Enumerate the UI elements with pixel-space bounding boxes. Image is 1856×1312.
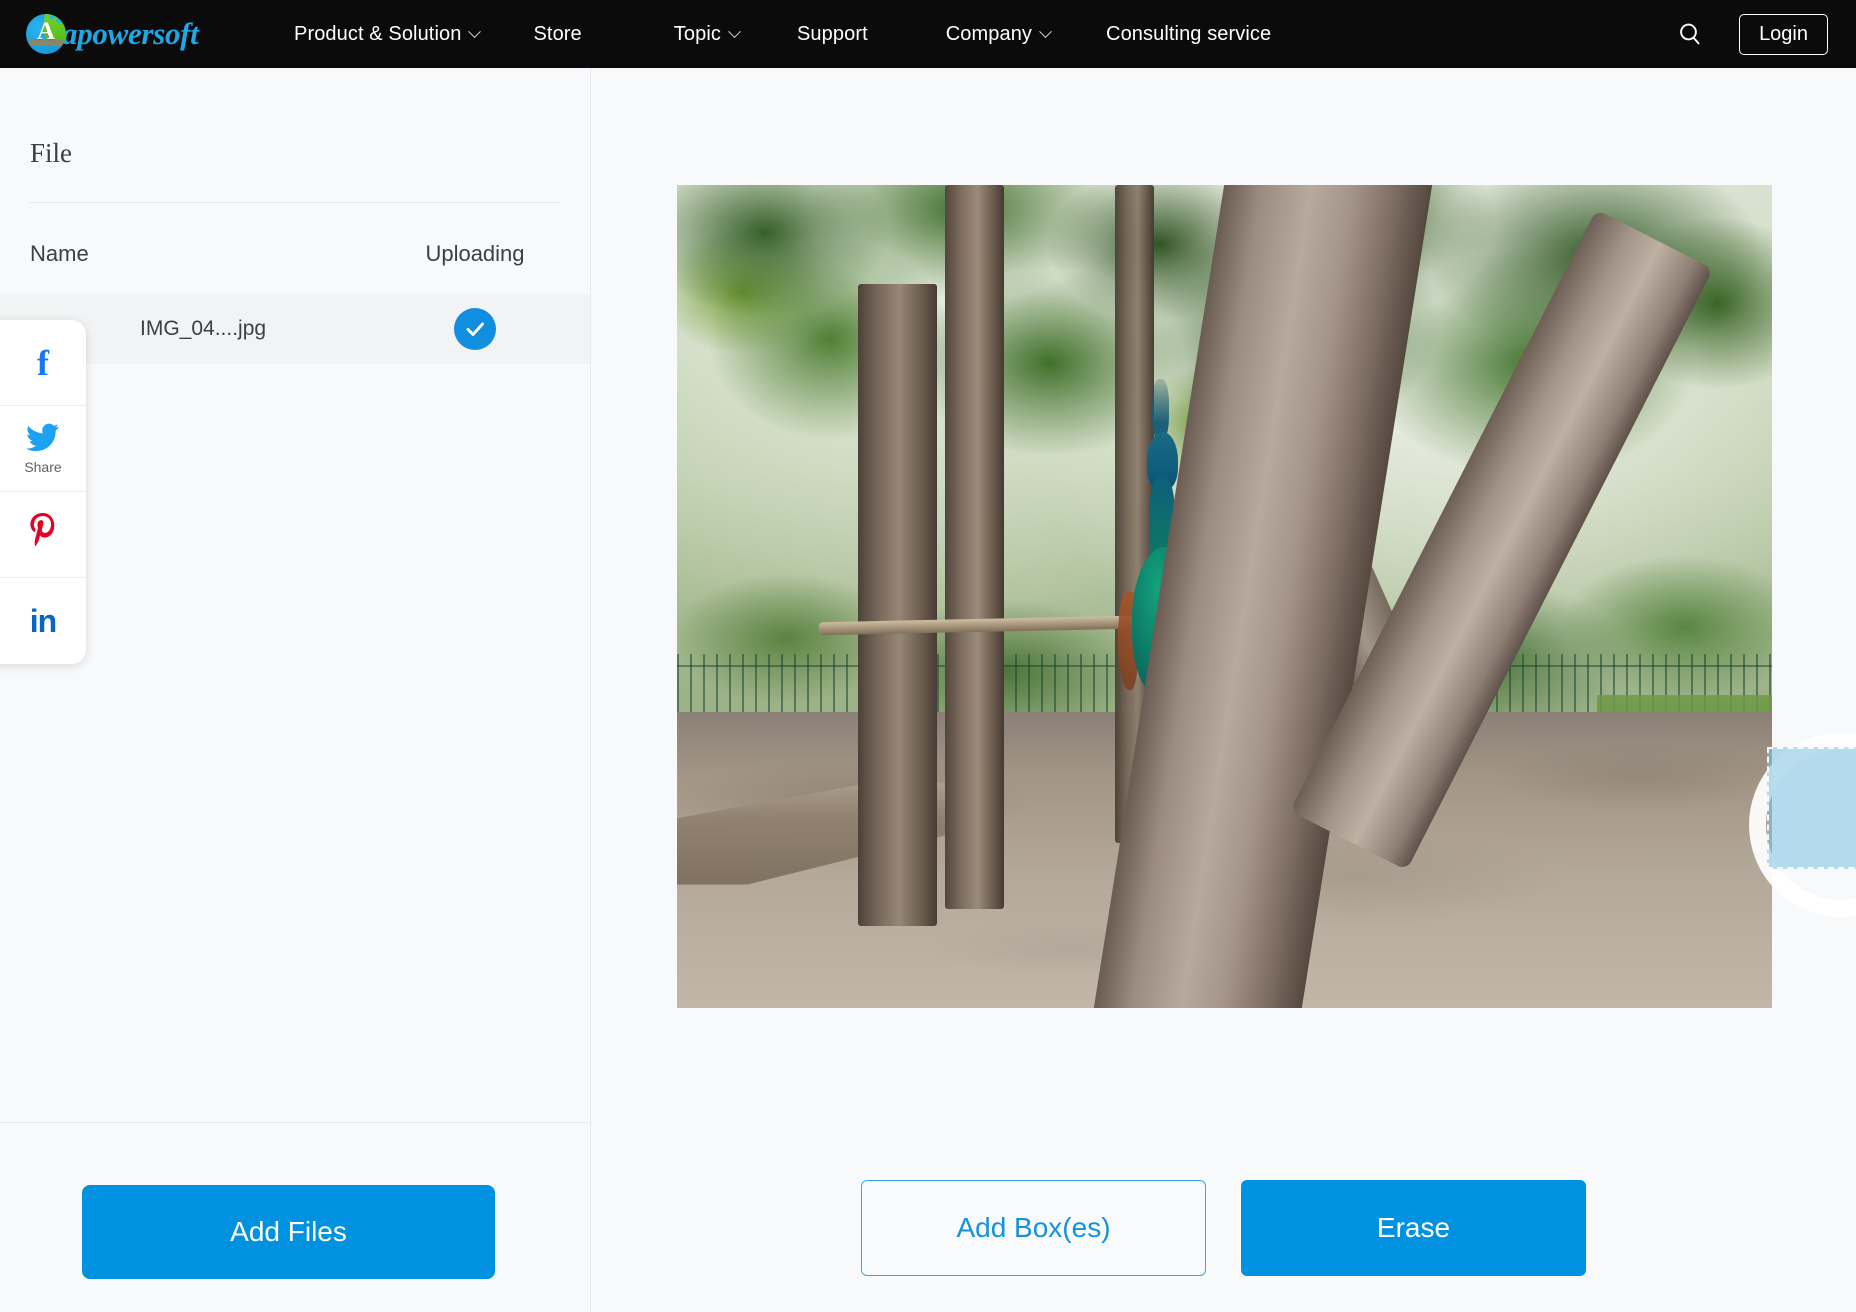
- share-twitter-button[interactable]: Share: [0, 406, 86, 492]
- nav-item-label: Store: [533, 22, 582, 45]
- panel-bottom-divider: [0, 1122, 590, 1123]
- table-row[interactable]: IMG_04....jpg: [0, 294, 590, 364]
- nav-item-support[interactable]: Support: [797, 23, 868, 46]
- twitter-icon: [26, 423, 60, 456]
- nav-item-label: Support: [796, 22, 868, 45]
- image-preview[interactable]: [677, 185, 1772, 1008]
- nav-item-topic[interactable]: Topic: [673, 22, 741, 46]
- nav-item-label: Consulting service: [1106, 22, 1272, 45]
- panel-title: File: [30, 138, 73, 168]
- file-table-header: Name Uploading: [0, 203, 590, 267]
- chevron-down-icon: [1039, 24, 1052, 38]
- add-files-button[interactable]: Add Files: [82, 1185, 495, 1279]
- nav-item-consulting-service[interactable]: Consulting service: [1106, 23, 1271, 46]
- nav-links: Product & Solution Store Topic Support C…: [256, 23, 1677, 46]
- brand-logo[interactable]: A apowersoft: [26, 14, 256, 54]
- erase-selection-box[interactable]: [1767, 747, 1856, 869]
- add-boxes-button[interactable]: Add Box(es): [861, 1180, 1206, 1276]
- share-linkedin-button[interactable]: in: [0, 578, 86, 664]
- editor-workspace: × Add Box(es) Erase: [591, 68, 1856, 1312]
- facebook-icon: f: [37, 342, 49, 383]
- nav-item-label: Product & Solution: [294, 22, 462, 45]
- column-header-name: Name: [30, 241, 89, 266]
- nav-item-product-solution[interactable]: Product & Solution: [294, 22, 482, 46]
- workspace-actions: Add Box(es) Erase: [591, 1180, 1856, 1276]
- navbar-right-actions: Login: [1677, 13, 1828, 55]
- social-share-widget: f Share in: [0, 320, 86, 664]
- share-label: Share: [24, 458, 62, 475]
- linkedin-icon: in: [29, 603, 57, 639]
- file-sidebar: File Name Uploading IMG_04....jpg Add Fi…: [0, 68, 591, 1312]
- login-button[interactable]: Login: [1739, 13, 1828, 55]
- top-navbar: A apowersoft Product & Solution Store To…: [0, 0, 1856, 68]
- search-icon[interactable]: [1677, 21, 1703, 47]
- share-facebook-button[interactable]: f: [0, 320, 86, 406]
- nav-item-label: Topic: [673, 22, 721, 45]
- chevron-down-icon: [728, 24, 741, 38]
- logo-letter: A: [36, 18, 56, 45]
- erase-button[interactable]: Erase: [1241, 1180, 1586, 1276]
- chevron-down-icon: [468, 24, 482, 38]
- nav-item-store[interactable]: Store: [533, 23, 581, 46]
- apowersoft-logo-icon: A: [26, 14, 66, 54]
- share-pinterest-button[interactable]: [0, 492, 86, 578]
- file-status-cell: [390, 308, 560, 350]
- scene-tree-trunk-2: [945, 185, 1005, 910]
- check-circle-icon: [454, 308, 496, 350]
- brand-name: apowersoft: [62, 16, 199, 51]
- scene-tree-trunk-1: [857, 283, 937, 926]
- nav-item-company[interactable]: Company: [945, 22, 1052, 46]
- nav-item-label: Company: [945, 22, 1033, 45]
- column-header-uploading: Uploading: [425, 241, 525, 266]
- pinterest-icon: [28, 513, 58, 556]
